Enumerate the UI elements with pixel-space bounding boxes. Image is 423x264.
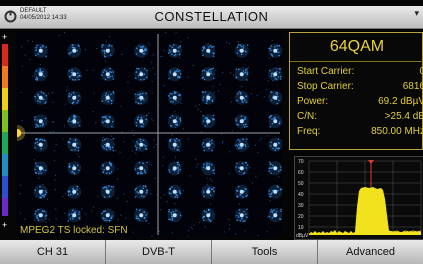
constellation-point — [268, 208, 282, 223]
ytick-10: 10 — [298, 225, 304, 231]
title-bar: DEFAULT 04/05/2012 14:33 CONSTELLATION ▾ — [0, 6, 423, 29]
constellation-point — [234, 208, 249, 223]
start-carrier-value: 0 — [419, 66, 423, 77]
constellation-point — [268, 90, 282, 105]
constellation-point — [67, 137, 82, 152]
constellation-point — [134, 208, 149, 223]
constellation-point — [134, 137, 149, 152]
constellation-point — [268, 67, 282, 82]
constellation-point — [100, 90, 115, 105]
constellation-point — [234, 67, 249, 82]
constellation-point — [33, 114, 48, 129]
softkey-channel[interactable]: CH 31 — [0, 240, 106, 264]
constellation-point — [167, 208, 182, 223]
constellation-point — [268, 184, 282, 199]
constellation-point — [134, 184, 149, 199]
spectrum-mini-plot: 70 60 50 40 30 20 10 dBµV — [294, 156, 423, 240]
scale-bottom-label: + — [2, 220, 7, 230]
constellation-point — [234, 43, 249, 58]
analyzer-screen: DEFAULT 04/05/2012 14:33 CONSTELLATION ▾… — [0, 0, 423, 264]
ytick-70: 70 — [298, 159, 304, 165]
constellation-plot — [17, 32, 282, 237]
constellation-point — [201, 184, 216, 199]
constellation-point — [268, 114, 282, 129]
ytick-30: 30 — [298, 203, 304, 209]
scale-top-label: + — [2, 34, 7, 42]
constellation-point — [201, 114, 216, 129]
constellation-point — [201, 161, 216, 176]
constellation-point — [134, 43, 149, 58]
constellation-point — [100, 137, 115, 152]
cn-label: C/N: — [297, 111, 317, 122]
power-value: 69.2 dBµV — [378, 96, 423, 107]
constellation-point — [67, 90, 82, 105]
cn-value: >25.4 dB — [384, 111, 423, 122]
constellation-point — [201, 208, 216, 223]
stop-carrier-value: 6816 — [402, 81, 423, 92]
softkey-tools[interactable]: Tools — [212, 240, 318, 264]
constellation-point — [100, 67, 115, 82]
constellation-point — [167, 137, 182, 152]
constellation-point — [33, 90, 48, 105]
constellation-point — [167, 67, 182, 82]
softkey-standard[interactable]: DVB-T — [106, 240, 212, 264]
ytick-40: 40 — [298, 192, 304, 198]
constellation-point — [134, 67, 149, 82]
constellation-point — [100, 208, 115, 223]
constellation-point — [67, 208, 82, 223]
constellation-point — [67, 43, 82, 58]
constellation-point — [167, 114, 182, 129]
freq-label: Freq: — [297, 126, 321, 137]
constellation-point — [33, 208, 48, 223]
power-label: Power: — [297, 96, 329, 107]
stop-carrier-label: Stop Carrier: — [297, 81, 354, 92]
constellation-point — [167, 184, 182, 199]
constellation-point — [134, 90, 149, 105]
constellation-point — [33, 67, 48, 82]
signal-icon: ▾ — [414, 8, 419, 18]
color-scale: + + — [0, 32, 12, 234]
constellation-point — [201, 43, 216, 58]
ytick-20: 20 — [298, 214, 304, 220]
constellation-point — [268, 137, 282, 152]
constellation-point — [234, 161, 249, 176]
constellation-point — [234, 90, 249, 105]
ytick-60: 60 — [298, 170, 304, 176]
constellation-point — [268, 43, 282, 58]
constellation-point — [67, 161, 82, 176]
constellation-point — [100, 184, 115, 199]
constellation-point — [201, 137, 216, 152]
constellation-point — [268, 161, 282, 176]
constellation-point — [167, 90, 182, 105]
constellation-point — [234, 184, 249, 199]
constellation-point — [234, 114, 249, 129]
measurement-panel: 64QAM Start Carrier: 0 Stop Carrier: 681… — [289, 32, 423, 150]
constellation-point — [67, 184, 82, 199]
constellation-point — [201, 90, 216, 105]
softkey-advanced[interactable]: Advanced — [318, 240, 423, 264]
constellation-point — [167, 161, 182, 176]
constellation-point — [100, 114, 115, 129]
constellation-point — [67, 67, 82, 82]
constellation-point — [134, 114, 149, 129]
constellation-point — [100, 161, 115, 176]
constellation-point — [134, 161, 149, 176]
constellation-point — [33, 161, 48, 176]
ts-lock-status: MPEG2 TS locked: SFN — [20, 225, 128, 236]
softkey-bar: CH 31 DVB-T Tools Advanced — [0, 240, 423, 264]
constellation-point — [167, 43, 182, 58]
constellation-point — [234, 137, 249, 152]
freq-value: 850.00 MHz — [371, 126, 423, 137]
page-title: CONSTELLATION — [154, 9, 269, 24]
constellation-point — [33, 43, 48, 58]
ref-unit-label: dBµV — [296, 233, 309, 239]
constellation-point — [67, 114, 82, 129]
modulation-label: 64QAM — [290, 33, 423, 62]
constellation-point — [33, 137, 48, 152]
constellation-point — [100, 43, 115, 58]
start-carrier-label: Start Carrier: — [297, 66, 355, 77]
ytick-50: 50 — [298, 181, 304, 187]
